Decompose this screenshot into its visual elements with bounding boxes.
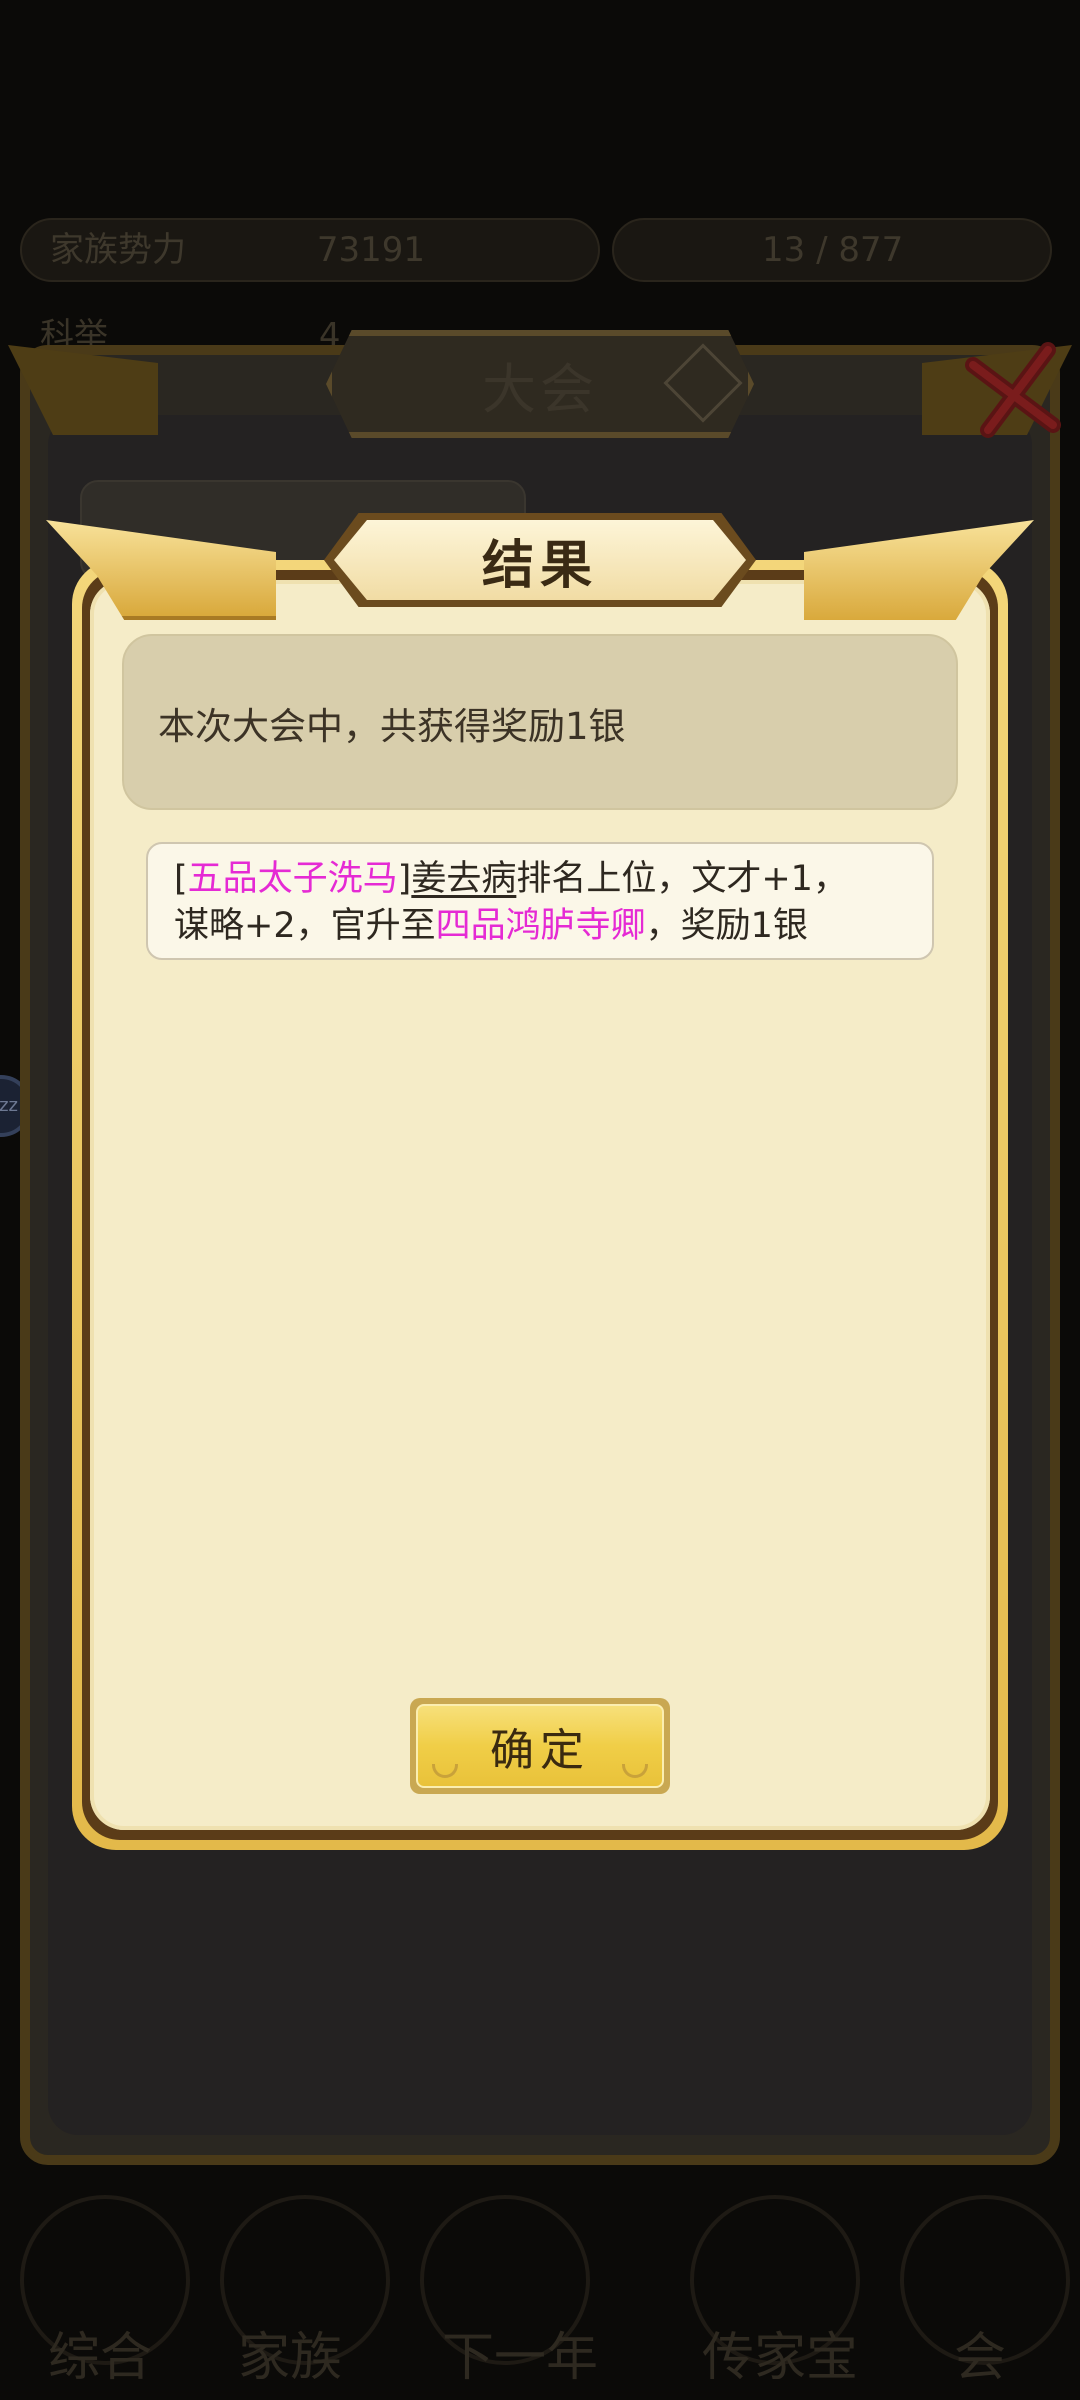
confirm-button-label: 确定 (490, 1725, 590, 1776)
close-icon[interactable] (958, 330, 1068, 440)
ornament-icon (432, 1764, 458, 1778)
event-text-3: ，奖励1银 (645, 906, 808, 946)
event-line-1: [五品太子洗马]姜去病排名上位，文才+1， (174, 856, 932, 903)
resource-stat: 13 / 877 (612, 218, 1052, 282)
family-power-stat: 家族势力 73191 (20, 218, 600, 282)
old-rank-text: 五品太子洗马 (187, 859, 398, 899)
event-text-2: 谋略+2，官升至 (174, 906, 436, 946)
event-text-1: 排名上位，文才+1， (516, 859, 848, 899)
nav-label-heirloom: 传家宝 (701, 2328, 858, 2388)
confirm-button[interactable]: 确定 (416, 1704, 664, 1788)
nav-label-general: 综合 (47, 2328, 152, 2388)
nav-label-more: 会 (953, 2328, 1006, 2388)
event-line-2: 谋略+2，官升至四品鸿胪寺卿，奖励1银 (174, 903, 932, 950)
dialog-title-plate: 结果 (334, 520, 746, 600)
bracket-open: [ (174, 859, 188, 899)
event-card: [五品太子洗马]姜去病排名上位，文才+1， 谋略+2，官升至四品鸿胪寺卿，奖励1… (146, 842, 934, 960)
dialog-title: 结果 (481, 535, 598, 596)
summary-panel: 本次大会中，共获得奖励1银 (122, 634, 958, 810)
nav-label-next-year: 下一年 (441, 2328, 598, 2388)
summary-text: 本次大会中，共获得奖励1银 (158, 705, 626, 748)
ornament-icon (622, 1764, 648, 1778)
nav-label-family: 家族 (237, 2328, 342, 2388)
new-rank-text: 四品鸿胪寺卿 (435, 906, 646, 946)
tournament-title: 大会 (482, 357, 598, 421)
character-name-link[interactable]: 姜去病 (411, 859, 516, 899)
bracket-close: ] (397, 859, 412, 899)
